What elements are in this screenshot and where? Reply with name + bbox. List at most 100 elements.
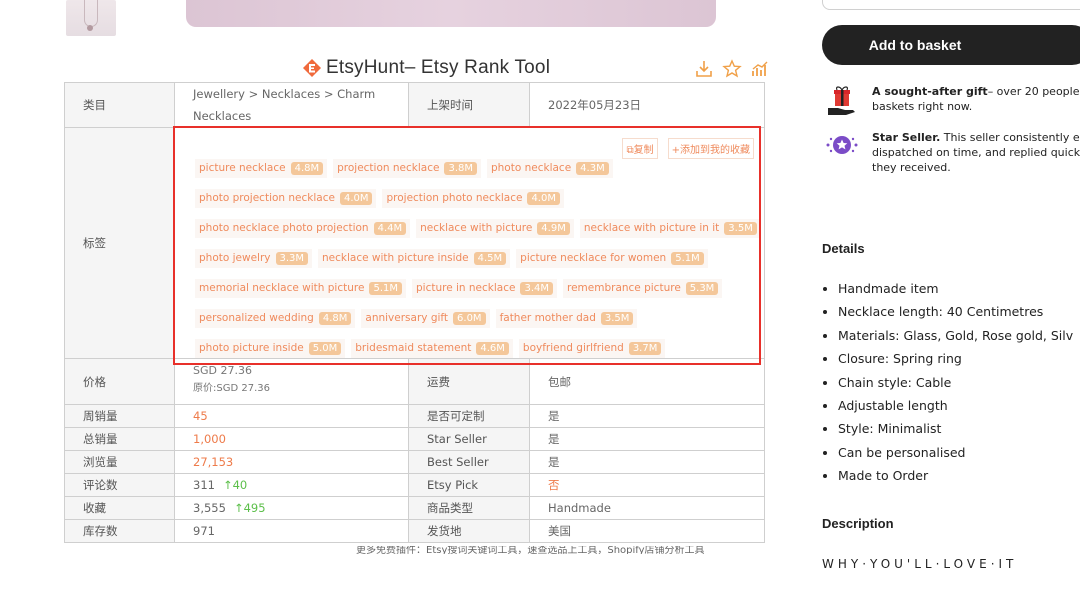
keyword-tag-count: 5.1M bbox=[671, 251, 704, 265]
keyword-tag[interactable]: photo jewelry 3.3M bbox=[195, 248, 313, 268]
keyword-tag-count: 3.8M bbox=[444, 161, 477, 175]
keyword-tag[interactable]: picture necklace 4.8M bbox=[195, 158, 328, 178]
tags-label: 标签 bbox=[64, 127, 175, 359]
stock-value: 971 bbox=[174, 519, 409, 543]
keyword-tag-text: personalized wedding bbox=[199, 312, 314, 324]
keyword-tag-count: 4.8M bbox=[290, 161, 324, 175]
keyword-tag[interactable]: personalized wedding 4.8M bbox=[195, 308, 356, 328]
chart-icon[interactable] bbox=[750, 59, 770, 79]
keyword-tag[interactable]: projection photo necklace 4.0M bbox=[382, 188, 564, 208]
keyword-tag-count: 6.0M bbox=[453, 311, 486, 325]
keyword-tag[interactable]: necklace with picture inside 4.5M bbox=[318, 248, 511, 268]
why-youll-love-it: WHY·YOU'LL·LOVE·IT bbox=[822, 557, 1018, 571]
details-heading[interactable]: Details bbox=[822, 241, 865, 256]
keyword-tag[interactable]: picture necklace for women 5.1M bbox=[516, 248, 708, 268]
customizable-value: 是 bbox=[529, 404, 765, 428]
keyword-tag[interactable]: picture in necklace 3.4M bbox=[411, 278, 557, 298]
product-thumbnail[interactable] bbox=[66, 0, 116, 36]
product-type-label: 商品类型 bbox=[408, 496, 530, 520]
keyword-tag[interactable]: necklace with picture 4.9M bbox=[416, 218, 574, 238]
keyword-tag-count: 3.4M bbox=[520, 281, 553, 295]
keyword-tag[interactable]: bridesmaid statement 4.6M bbox=[351, 338, 513, 358]
product-type-value: Handmade bbox=[529, 496, 765, 520]
keyword-tag-text: father mother dad bbox=[499, 312, 596, 324]
details-item: Made to Order bbox=[838, 467, 1080, 490]
details-item: Materials: Glass, Gold, Rose gold, Silv bbox=[838, 327, 1080, 350]
tag-row: picture necklace 4.8M projection necklace 3… bbox=[195, 153, 755, 183]
keyword-tag-text: photo picture inside bbox=[199, 342, 304, 354]
keyword-tag[interactable]: anniversary gift 6.0M bbox=[361, 308, 490, 328]
price-label: 价格 bbox=[64, 358, 175, 405]
sought-after-gift-notice: A sought-after gift– over 20 people hav … bbox=[822, 84, 1080, 118]
keyword-tag-count: 3.7M bbox=[628, 341, 662, 355]
reviews-value: 311 bbox=[193, 478, 215, 492]
etsyhunt-logo-icon bbox=[303, 59, 321, 77]
favorites-value: 3,555 bbox=[193, 501, 226, 515]
etsyhunt-brand: EtsyHunt bbox=[326, 57, 405, 78]
details-item: Closure: Spring ring bbox=[838, 350, 1080, 373]
tags-cell: ⧉复制 +添加到我的收藏 picture necklace 4.8M project… bbox=[174, 127, 765, 359]
more-tools-footer: 更多免费插件：Etsy搜词关键词工具，速查选品上工具，Shopify店铺分析工具 bbox=[356, 546, 705, 554]
etsy-pick-value: 否 bbox=[529, 473, 765, 497]
keyword-tag[interactable]: necklace with picture in it 3.5M bbox=[579, 218, 761, 238]
weekly-sales-value: 45 bbox=[174, 404, 409, 428]
etsy-pick-label: Etsy Pick bbox=[408, 473, 530, 497]
original-price: 原价:SGD 27.36 bbox=[193, 382, 270, 394]
keyword-tag-count: 5.1M bbox=[369, 281, 402, 295]
tag-list: picture necklace 4.8M projection necklace 3… bbox=[195, 153, 761, 363]
keyword-tag-text: photo jewelry bbox=[199, 252, 271, 264]
etsyhunt-title-suffix: – Etsy Rank Tool bbox=[404, 57, 551, 78]
keyword-tag[interactable]: boyfriend girlfriend 3.7M bbox=[518, 338, 666, 358]
download-icon[interactable] bbox=[694, 59, 714, 79]
keyword-tag[interactable]: photo necklace photo projection 4.4M bbox=[195, 218, 411, 238]
keyword-tag[interactable]: photo projection necklace 4.0M bbox=[195, 188, 377, 208]
details-item: Chain style: Cable bbox=[838, 374, 1080, 397]
keyword-tag-count: 4.5M bbox=[473, 251, 507, 265]
keyword-tag[interactable]: projection necklace 3.8M bbox=[333, 158, 481, 178]
details-list: Handmade itemNecklace length: 40 Centime… bbox=[822, 280, 1080, 491]
feature-star-bold: Star Seller. bbox=[872, 131, 941, 144]
keyword-tag-text: picture necklace for women bbox=[520, 252, 667, 264]
shipping-value: 包邮 bbox=[529, 358, 765, 405]
star-icon[interactable] bbox=[722, 59, 742, 79]
keyword-tag-text: necklace with picture in it bbox=[583, 222, 720, 234]
keyword-tag-text: anniversary gift bbox=[365, 312, 449, 324]
category-label: 类目 bbox=[64, 82, 175, 128]
keyword-tag-text: photo projection necklace bbox=[199, 192, 335, 204]
tag-row: memorial necklace with picture 5.1M pictur… bbox=[195, 273, 755, 303]
listed-label: 上架时间 bbox=[408, 82, 530, 128]
star-seller-label: Star Seller bbox=[408, 427, 530, 451]
keyword-tag[interactable]: photo necklace 4.3M bbox=[486, 158, 613, 178]
details-item: Necklace length: 40 Centimetres bbox=[838, 303, 1080, 326]
product-main-image bbox=[186, 0, 716, 27]
keyword-tag-count: 3.5M bbox=[600, 311, 634, 325]
keyword-tag[interactable]: memorial necklace with picture 5.1M bbox=[195, 278, 406, 298]
keyword-tag-count: 5.3M bbox=[685, 281, 719, 295]
feature-gift-text-2: baskets right now. bbox=[872, 100, 973, 113]
etsyhunt-title: EtsyHunt – Etsy Rank Tool bbox=[302, 56, 550, 80]
product-info-table: 类目 Jewellery > Necklaces > Charm Necklac… bbox=[64, 82, 765, 543]
tag-row: photo projection necklace 4.0M projection … bbox=[195, 183, 755, 213]
keyword-tag-text: boyfriend girlfriend bbox=[522, 342, 624, 354]
keyword-tag-count: 4.6M bbox=[476, 341, 509, 355]
keyword-tag[interactable]: father mother dad 3.5M bbox=[495, 308, 638, 328]
keyword-tag-count: 4.3M bbox=[576, 161, 609, 175]
weekly-sales-label: 周销量 bbox=[64, 404, 175, 428]
keyword-tag-text: photo necklace bbox=[490, 162, 572, 174]
keyword-tag-count: 5.0M bbox=[308, 341, 342, 355]
tag-row: photo necklace photo projection 4.4M neckl… bbox=[195, 213, 761, 243]
best-seller-value: 是 bbox=[529, 450, 765, 474]
feature-star-text-2: dispatched on time, and replied quickl bbox=[872, 146, 1080, 159]
details-item: Adjustable length bbox=[838, 397, 1080, 420]
keyword-tag[interactable]: photo picture inside 5.0M bbox=[195, 338, 346, 358]
feature-star-text-3: they received. bbox=[872, 161, 951, 174]
keyword-tag[interactable]: remembrance picture 5.3M bbox=[563, 278, 723, 298]
total-sales-value: 1,000 bbox=[174, 427, 409, 451]
quantity-select[interactable] bbox=[822, 0, 1080, 10]
listed-value: 2022年05月23日 bbox=[529, 82, 765, 128]
description-heading[interactable]: Description bbox=[822, 516, 894, 531]
necklace-pendant-shape bbox=[87, 25, 93, 31]
add-to-basket-button[interactable]: Add to basket bbox=[822, 25, 1080, 65]
feature-star-text: This seller consistently earn bbox=[943, 131, 1080, 144]
reviews-delta: ↑40 bbox=[222, 478, 248, 492]
